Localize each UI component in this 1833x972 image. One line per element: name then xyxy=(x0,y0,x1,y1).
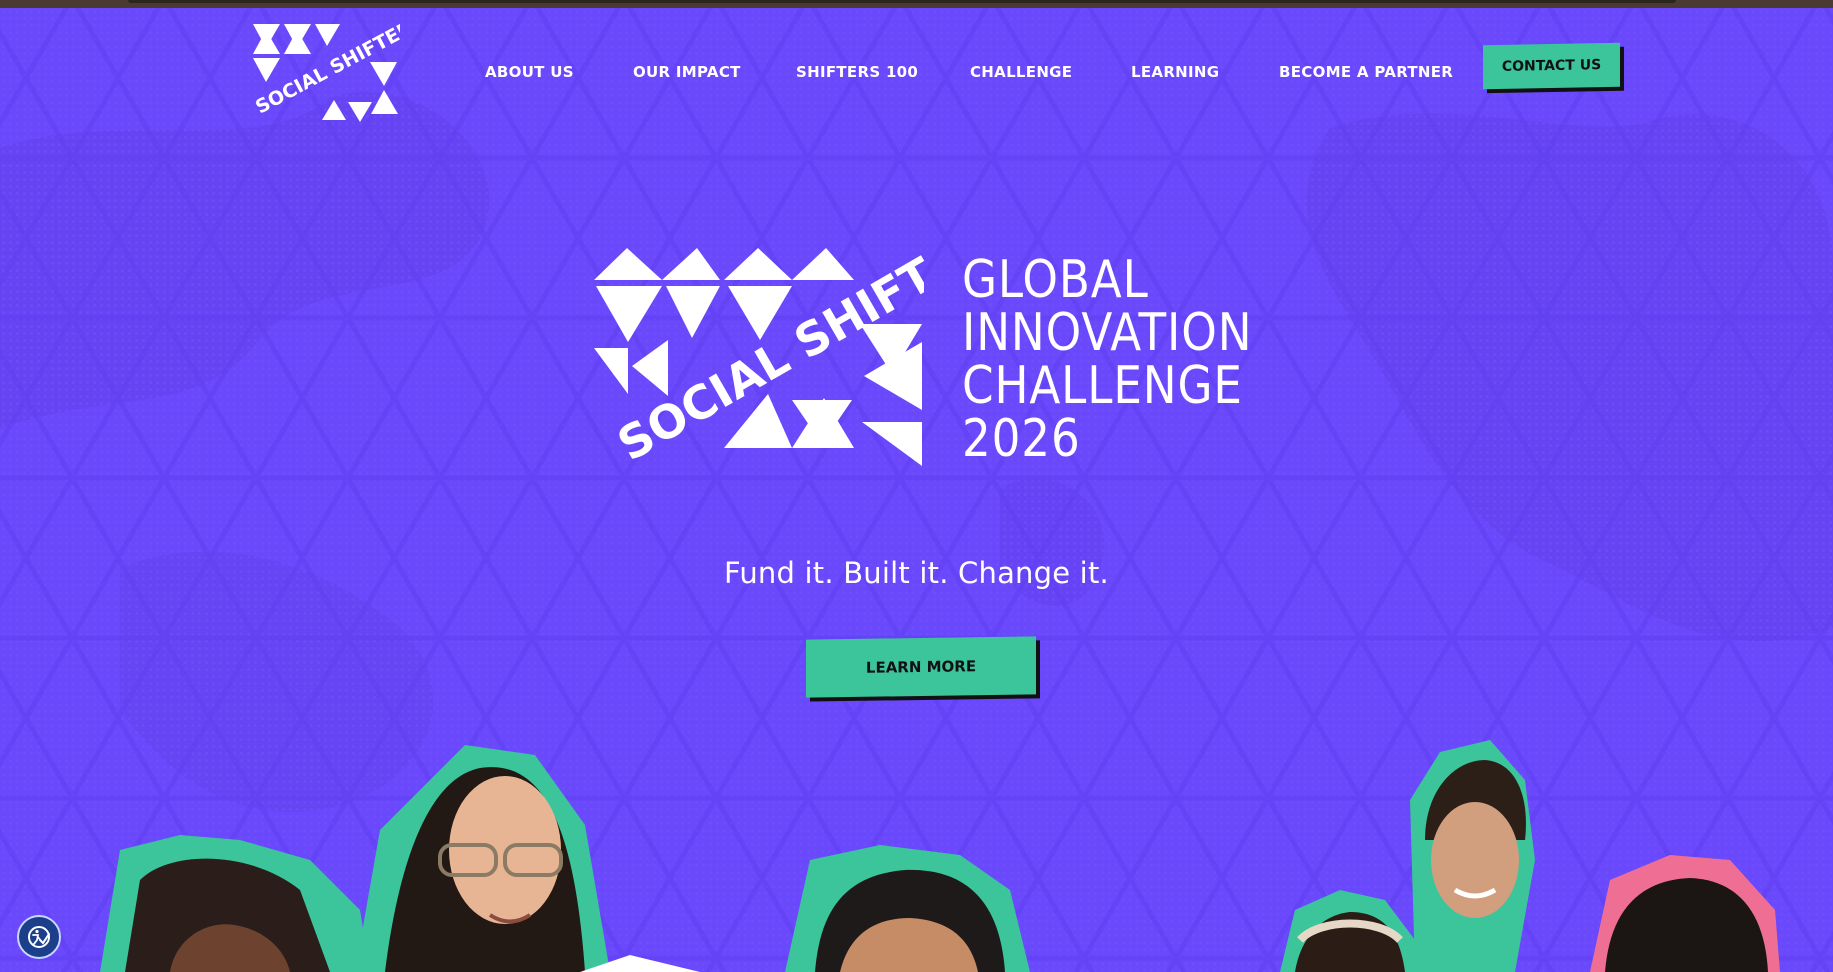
hero-logo: SOCIAL SHIFTERS xyxy=(594,244,924,472)
nav-item-learning[interactable]: LEARNING xyxy=(1131,63,1219,81)
hero-title-line-1: GLOBAL xyxy=(962,250,1149,310)
hero-title-line-2: INNOVATION xyxy=(962,303,1253,363)
nav-item-shifters-100[interactable]: SHIFTERS 100 xyxy=(796,63,918,81)
hero-title: GLOBAL INNOVATION CHALLENGE 2026 xyxy=(962,250,1253,469)
horizontal-scrollbar[interactable] xyxy=(128,0,1676,3)
portraits-strip xyxy=(100,740,1780,972)
accessibility-icon xyxy=(28,926,50,948)
nav-item-challenge[interactable]: CHALLENGE xyxy=(970,63,1072,81)
nav-item-become-a-partner[interactable]: BECOME A PARTNER xyxy=(1279,63,1453,81)
hero-title-line-4: 2026 xyxy=(962,409,1081,469)
contact-us-button[interactable]: CONTACT US xyxy=(1483,42,1620,90)
portrait-person-3 xyxy=(785,845,1030,972)
portrait-person-6 xyxy=(1590,855,1780,972)
nav-item-about-us[interactable]: ABOUT US xyxy=(485,63,574,81)
portrait-person-4 xyxy=(1280,890,1420,972)
learn-more-button[interactable]: LEARN MORE xyxy=(806,636,1036,698)
portrait-person-2 xyxy=(355,745,610,972)
nav-item-our-impact[interactable]: OUR IMPACT xyxy=(633,63,741,81)
accessibility-button[interactable] xyxy=(17,915,61,959)
hero-tagline: Fund it. Built it. Change it. xyxy=(724,556,1109,590)
portrait-person-1 xyxy=(100,835,370,972)
browser-top-bar xyxy=(0,0,1833,8)
portrait-person-5 xyxy=(1410,740,1535,972)
hero-title-line-3: CHALLENGE xyxy=(962,356,1243,416)
